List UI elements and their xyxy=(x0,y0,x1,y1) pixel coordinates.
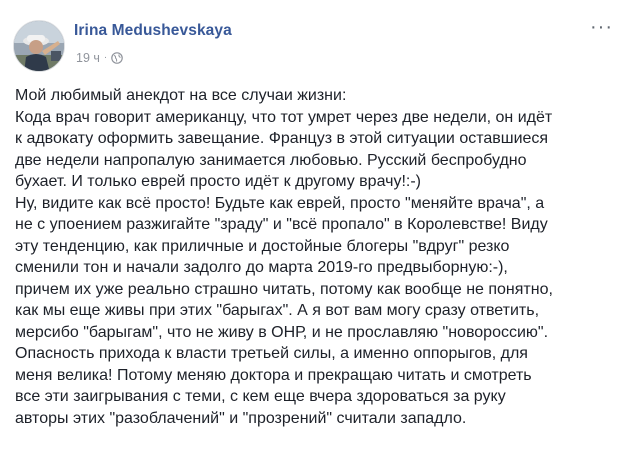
post-header: Irina Medushevskaya 19 ч · ··· xyxy=(0,0,631,80)
post-text-line: все эти заигрывания с теми, с кем еще вч… xyxy=(15,388,506,405)
post-text-line: сменили тон и начали задолго до марта 20… xyxy=(15,259,508,276)
post-text-line: Мой любимый анекдот на все случаи жизни: xyxy=(15,87,347,104)
post-timestamp[interactable]: 19 ч xyxy=(76,51,100,65)
author-avatar[interactable] xyxy=(13,20,65,72)
avatar-photo-icon xyxy=(14,21,64,71)
post-text-line: Ну, видите как всё просто! Будьте как ев… xyxy=(15,194,545,212)
post-text-line: Опасность прихода к власти третьей силы,… xyxy=(15,345,528,362)
post-text-line: две недели напропалую занимается любовью… xyxy=(15,151,527,169)
author-name-link[interactable]: Irina Medushevskaya xyxy=(74,22,232,40)
post-text-line: меня велика! Потому меняю доктора и прек… xyxy=(15,366,532,384)
post-text-line: к адвокату оформить завещание. Француз в… xyxy=(15,130,549,147)
meta-separator: · xyxy=(103,51,108,63)
facebook-post: Irina Medushevskaya 19 ч · ··· Мой любим… xyxy=(0,0,631,467)
post-text-line: бухает. И только еврей просто идёт к дру… xyxy=(15,173,421,190)
post-text-line: Кода врач говорит американцу, что тот ум… xyxy=(15,108,553,126)
more-options-button[interactable]: ··· xyxy=(590,17,613,37)
post-text-line: эту тенденцию, как приличные и достойные… xyxy=(15,237,510,255)
globe-icon[interactable] xyxy=(111,52,124,64)
post-text-line: авторы этих "разоблачений" и "прозрений"… xyxy=(15,409,467,427)
post-text-line: причем их уже реально страшно читать, по… xyxy=(15,280,553,298)
post-text: Мой любимый анекдот на все случаи жизни:… xyxy=(15,85,620,429)
post-text-line: не с упоением разжигайте "зраду" и "всё … xyxy=(15,216,548,233)
post-text-line: как мы еще живы при этих "барыгах". А я … xyxy=(15,302,540,319)
post-meta: 19 ч · xyxy=(76,51,124,65)
post-text-line: мерсибо "барыгам", что не живу в ОНР, и … xyxy=(15,323,549,341)
